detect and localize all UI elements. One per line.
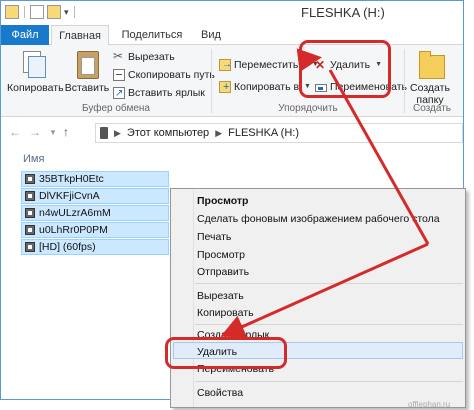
arrow-line — [296, 48, 322, 73]
watermark: offlephan.ru — [408, 400, 451, 409]
arrow-line — [328, 69, 430, 245]
arrow-line — [220, 242, 429, 338]
annotation-arrows — [220, 48, 430, 338]
